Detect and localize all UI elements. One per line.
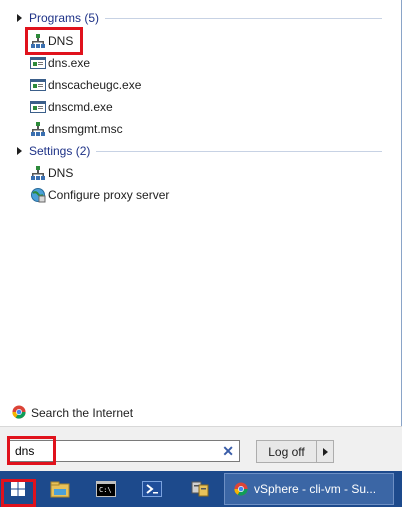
program-label: dnscmd.exe [48,100,113,114]
exe-icon [30,77,46,93]
settings-label: DNS [48,166,74,180]
chevron-right-icon [322,447,328,456]
program-label: dnscacheugc.exe [48,78,142,92]
expand-arrow-icon [17,14,22,22]
start-menu: Programs (5) DNS dns.exe dnscacheugc.exe… [0,0,402,471]
settings-label: Configure proxy server [48,188,170,202]
clear-icon[interactable]: ✕ [222,443,234,459]
logoff-button[interactable]: Log off [256,440,334,463]
program-label: dnsmgmt.msc [48,122,123,136]
logoff-label[interactable]: Log off [257,441,317,462]
taskbar: C:\ vSphere - cli-vm - Su... [0,471,402,507]
highlight-box-search [7,436,56,465]
programs-group-header[interactable]: Programs (5) [0,9,390,27]
dns-console-icon [30,121,46,137]
program-item-dnscacheugc-exe[interactable]: dnscacheugc.exe [30,75,141,95]
settings-item-dns[interactable]: DNS [30,163,73,183]
taskbar-command-prompt[interactable]: C:\ [92,471,120,507]
settings-group-header[interactable]: Settings (2) [0,142,390,160]
proxy-icon [30,187,46,203]
taskbar-server-manager[interactable] [186,471,214,507]
programs-group-title: Programs (5) [29,11,100,25]
svg-text:C:\: C:\ [99,486,112,494]
powershell-icon [142,481,162,497]
task-label: vSphere - cli-vm - Su... [254,482,377,496]
server-manager-icon [191,481,209,497]
highlight-box-dns [25,27,83,55]
search-the-internet[interactable]: Search the Internet [12,403,133,423]
settings-group-title: Settings (2) [29,144,91,158]
program-item-dns-exe[interactable]: dns.exe [30,53,90,73]
settings-item-configure-proxy[interactable]: Configure proxy server [30,185,169,205]
exe-icon [30,99,46,115]
program-label: dns.exe [48,56,91,70]
highlight-box-start [1,479,36,507]
logoff-options-button[interactable] [317,441,333,462]
group-divider [96,150,382,152]
group-divider [105,17,382,19]
search-internet-label: Search the Internet [31,406,134,420]
chrome-icon [12,404,26,422]
chrome-icon [234,482,248,496]
taskbar-powershell[interactable] [138,471,166,507]
file-explorer-icon [50,481,70,498]
command-prompt-icon: C:\ [96,481,116,497]
dns-console-icon [30,165,46,181]
program-item-dnscmd-exe[interactable]: dnscmd.exe [30,97,113,117]
taskbar-task-vsphere[interactable]: vSphere - cli-vm - Su... [224,473,394,505]
program-item-dnsmgmt-msc[interactable]: dnsmgmt.msc [30,119,123,139]
taskbar-file-explorer[interactable] [46,471,74,507]
expand-arrow-icon [17,147,22,155]
exe-icon [30,55,46,71]
